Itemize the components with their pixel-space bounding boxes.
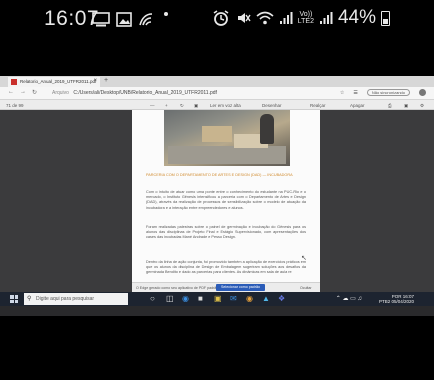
back-icon[interactable]: ← [8,89,14,95]
photo-box [202,126,232,142]
draw-button[interactable]: Desenhar [262,103,282,108]
new-tab-button[interactable]: + [104,77,108,84]
save-icon[interactable]: ▣ [404,103,408,109]
paragraph: Dentro da linha de ação conjunta, foi pr… [146,260,306,275]
forward-icon[interactable]: → [20,89,26,95]
tray-lang-2: PTB2 [378,299,391,304]
section-heading: PARCERIA COM O DEPARTAMENTO DE ARTES E D… [146,173,293,177]
windows-taskbar: ⚲ Digite aqui para pesquisar ○ ◫ ◉ ■ ▣ ✉… [0,292,434,306]
fit-page-icon[interactable]: ▣ [194,103,198,109]
pdf-toolbar: 71 de 99 — + ↻ ▣ Ler em voz alta Desenha… [0,99,434,110]
url-field[interactable]: Arquivo C:/Users/ali/Desktop/UNB/Relator… [52,90,217,96]
refresh-icon[interactable]: ↻ [32,89,37,96]
app-icon[interactable]: ▲ [262,294,270,303]
search-icon: ⚲ [27,296,32,302]
address-bar: ← → ↻ Arquivo C:/Users/ali/Desktop/UNB/R… [0,87,434,99]
mail-icon[interactable]: ✉ [230,294,237,303]
status-right: Vo)) LTE2 44% [212,7,390,29]
edge-icon[interactable]: ◉ [182,294,189,303]
tray-clock[interactable]: POR 16:07 PTB2 05/04/2020 [379,294,414,304]
task-view-icon[interactable]: ◫ [166,294,174,303]
taskbar-search-input[interactable]: ⚲ Digite aqui para pesquisar [24,293,128,305]
zoom-in-icon[interactable]: + [165,103,168,108]
address-bar-actions: ☆ ☰ Não sincronizando [340,89,426,96]
url-text: C:/Users/ali/Desktop/UNB/Relatorio_Anual… [73,90,217,96]
dot-icon [164,12,168,16]
cast-icon [92,12,110,27]
collections-icon[interactable]: ☰ [353,90,357,96]
notification-icon [139,13,153,26]
windows-start-icon[interactable] [10,295,18,303]
browser-tabbar: Relatorio_Anual_2019_UTFR2011.pdf × + [0,76,434,87]
avatar[interactable] [419,89,426,96]
print-icon[interactable]: ⎙ [388,103,392,108]
pdf-page: PARCERIA COM O DEPARTAMENTO DE ARTES E D… [132,110,320,292]
favorite-icon[interactable]: ☆ [340,90,344,96]
status-time: 16:07 [44,7,100,30]
read-aloud-button[interactable]: Ler em voz alta [210,103,241,108]
tray-icons[interactable]: ⌃ ☁ ▭ ♫ [336,295,362,302]
battery-percent: 44% [337,7,376,28]
browser-tab[interactable]: Relatorio_Anual_2019_UTFR2011.pdf × [8,77,100,87]
pdf-favicon-icon [11,79,17,85]
store-icon[interactable]: ▣ [214,294,222,303]
file-explorer-icon[interactable]: ■ [198,294,203,303]
chrome-icon[interactable]: ◉ [246,294,253,303]
signal-2-icon [319,12,333,24]
default-pdf-infobar: O Edge gerado como seu aplicativo de PDF… [132,282,320,292]
infobar-text: O Edge gerado como seu aplicativo de PDF… [136,286,221,290]
settings-icon[interactable]: ⚙ [420,103,424,109]
sync-status-pill[interactable]: Não sincronizando [366,89,410,96]
dismiss-button[interactable]: Ocultar [300,286,312,290]
tray-date: 05/04/2020 [391,299,414,304]
phone-status-bar: 16:07 Vo)) LTE2 44% [0,0,434,44]
zoom-out-icon[interactable]: — [150,103,155,108]
gallery-icon [116,12,132,27]
mute-icon [237,13,251,23]
document-photo [164,110,290,166]
tab-close-icon[interactable]: × [93,78,97,84]
rotate-icon[interactable]: ↻ [180,103,184,109]
alarm-icon [213,10,229,26]
photo-person [260,114,274,144]
erase-button[interactable]: Apagar [350,103,365,108]
photo-table [168,146,286,164]
battery-icon [381,10,390,26]
document-viewer[interactable]: PARCERIA COM O DEPARTAMENTO DE ARTES E D… [0,110,434,292]
url-protocol: Arquivo [52,90,69,96]
volte-indicator: Vo)) LTE2 [298,11,314,25]
highlight-button[interactable]: Realçar [310,103,326,108]
monitor-screen: Relatorio_Anual_2019_UTFR2011.pdf × + ← … [0,76,434,316]
signal-1-icon [279,12,293,24]
set-default-button[interactable]: Selecionar como padrão [216,284,265,291]
page-indicator[interactable]: 71 de 99 [6,103,24,108]
paragraph: Foram realizadas palestras sobre o paine… [146,225,306,240]
app-icon-2[interactable]: ❖ [278,294,285,303]
wifi-icon [256,11,274,25]
mouse-cursor-icon: ↖ [301,255,307,262]
paragraph: Com o intuito de atuar como uma ponte en… [146,190,306,210]
volte-line1: Vo)) [299,11,313,18]
tab-title: Relatorio_Anual_2019_UTFR2011.pdf [20,79,97,84]
volte-line2: LTE2 [297,18,314,25]
cortana-icon[interactable]: ○ [150,294,155,303]
search-placeholder: Digite aqui para pesquisar [36,296,95,302]
